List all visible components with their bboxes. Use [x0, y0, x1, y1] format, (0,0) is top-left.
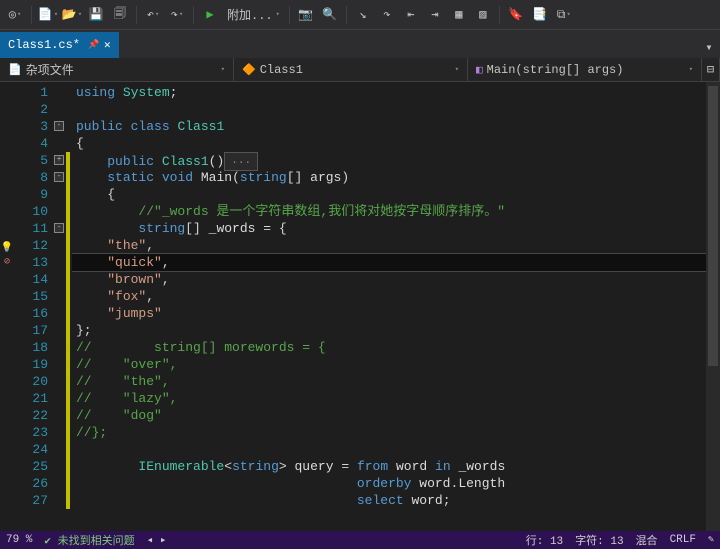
split-editor-icon[interactable]: ⊟ [702, 58, 720, 81]
uncomment-icon[interactable]: ▨ [472, 4, 494, 26]
code-line[interactable] [72, 101, 720, 118]
issues-status[interactable]: ✔ 未找到相关问题 [44, 532, 134, 548]
code-line[interactable]: using System; [72, 84, 720, 101]
document-tabbar: Class1.cs* 📌 ✕ ▾ [0, 30, 720, 58]
code-area[interactable]: using System; public class Class1{ publi… [72, 82, 720, 531]
pencil-icon: ✎ [708, 534, 714, 546]
code-line[interactable]: // string[] morewords = { [72, 339, 720, 356]
open-folder-icon[interactable]: 📂▾ [61, 4, 83, 26]
code-line[interactable]: select word; [72, 492, 720, 509]
code-line[interactable]: "the", [72, 237, 720, 254]
indent-left-icon[interactable]: ⇤ [400, 4, 422, 26]
code-line[interactable]: "jumps" [72, 305, 720, 322]
tab-overflow-icon[interactable]: ▾ [698, 36, 720, 58]
cursor-line[interactable]: 行: 13 [526, 532, 563, 548]
code-line[interactable]: { [72, 186, 720, 203]
code-line[interactable]: // "over", [72, 356, 720, 373]
file-tab-label: Class1.cs* [8, 38, 80, 52]
breadcrumb-class[interactable]: 🔶 Class1 ▾ [234, 58, 468, 81]
bookmark-list-icon[interactable]: 📑 [529, 4, 551, 26]
file-tab[interactable]: Class1.cs* 📌 ✕ [0, 32, 119, 58]
csharp-file-icon: 📄 [8, 63, 22, 77]
breadcrumb-project[interactable]: 📄 杂项文件 ▾ [0, 58, 234, 81]
undo-icon[interactable]: ↶▾ [142, 4, 164, 26]
status-bar: 79 % ✔ 未找到相关问题 ◂ ▸ 行: 13 字符: 13 混合 CRLF … [0, 531, 720, 549]
code-line[interactable] [72, 441, 720, 458]
scrollbar-thumb[interactable] [708, 86, 718, 366]
save-all-icon[interactable]: 🗐 [109, 4, 131, 26]
line-number-gutter: 123-45+8-91011-1213141516171819202122232… [0, 82, 66, 531]
light-bulb-icon[interactable]: 💡 [1, 242, 13, 254]
code-line[interactable]: // "dog" [72, 407, 720, 424]
line-ending[interactable]: CRLF [670, 534, 696, 546]
fold-toggle[interactable]: + [54, 155, 64, 165]
code-line[interactable]: { [72, 135, 720, 152]
indent-mode[interactable]: 混合 [636, 532, 658, 548]
indent-right-icon[interactable]: ⇥ [424, 4, 446, 26]
bookmark-icon[interactable]: 🔖 [505, 4, 527, 26]
code-line[interactable]: }; [72, 322, 720, 339]
comment-icon[interactable]: ▦ [448, 4, 470, 26]
main-toolbar: ◎▾ 📄▾ 📂▾ 💾 🗐 ↶▾ ↷▾ ▶ 附加...▾ 📷 🔍 ↘ ↷ ⇤ ⇥ … [0, 0, 720, 30]
code-line[interactable]: "quick", [72, 254, 720, 271]
redo-icon[interactable]: ↷▾ [166, 4, 188, 26]
tool-icon-1[interactable]: 📷 [295, 4, 317, 26]
extension-icon[interactable]: ⧉▾ [553, 4, 575, 26]
close-tab-icon[interactable]: ✕ [104, 38, 111, 52]
code-line[interactable]: static void Main(string[] args) [72, 169, 720, 186]
code-line[interactable]: string[] _words = { [72, 220, 720, 237]
code-line[interactable]: //}; [72, 424, 720, 441]
run-icon[interactable]: ▶ [199, 4, 221, 26]
step-over-icon[interactable]: ↷ [376, 4, 398, 26]
indicator-margin: 💡 ⊘ [0, 242, 14, 268]
code-editor[interactable]: 💡 ⊘ 123-45+8-91011-121314151617181920212… [0, 82, 720, 531]
fold-toggle[interactable]: - [54, 223, 64, 233]
code-line[interactable]: public class Class1 [72, 118, 720, 135]
code-line[interactable]: IEnumerable<string> query = from word in… [72, 458, 720, 475]
code-line[interactable]: "fox", [72, 288, 720, 305]
pin-icon[interactable]: 📌 [88, 40, 98, 50]
save-icon[interactable]: 💾 [85, 4, 107, 26]
new-file-icon[interactable]: 📄▾ [37, 4, 59, 26]
breadcrumb-method[interactable]: ◧ Main(string[] args) ▾ [468, 58, 702, 81]
code-line[interactable]: public Class1()... [72, 152, 720, 169]
fold-toggle[interactable]: - [54, 121, 64, 131]
attach-button[interactable]: 附加...▾ [223, 6, 284, 23]
class-icon: 🔶 [242, 63, 256, 77]
step-into-icon[interactable]: ↘ [352, 4, 374, 26]
tool-icon-2[interactable]: 🔍 [319, 4, 341, 26]
fold-toggle[interactable]: - [54, 172, 64, 182]
code-line[interactable]: "brown", [72, 271, 720, 288]
code-line[interactable]: orderby word.Length [72, 475, 720, 492]
method-icon: ◧ [476, 63, 483, 77]
code-line[interactable]: // "the", [72, 373, 720, 390]
nav-breadcrumb: 📄 杂项文件 ▾ 🔶 Class1 ▾ ◧ Main(string[] args… [0, 58, 720, 82]
zoom-level[interactable]: 79 % [6, 534, 32, 546]
cursor-char[interactable]: 字符: 13 [575, 532, 623, 548]
vertical-scrollbar[interactable] [706, 82, 720, 531]
code-line[interactable]: // "lazy", [72, 390, 720, 407]
nav-target-icon[interactable]: ◎▾ [4, 4, 26, 26]
error-icon[interactable]: ⊘ [4, 256, 10, 268]
code-line[interactable]: //"_words 是一个字符串数组,我们将对她按字母顺序排序。" [72, 203, 720, 220]
